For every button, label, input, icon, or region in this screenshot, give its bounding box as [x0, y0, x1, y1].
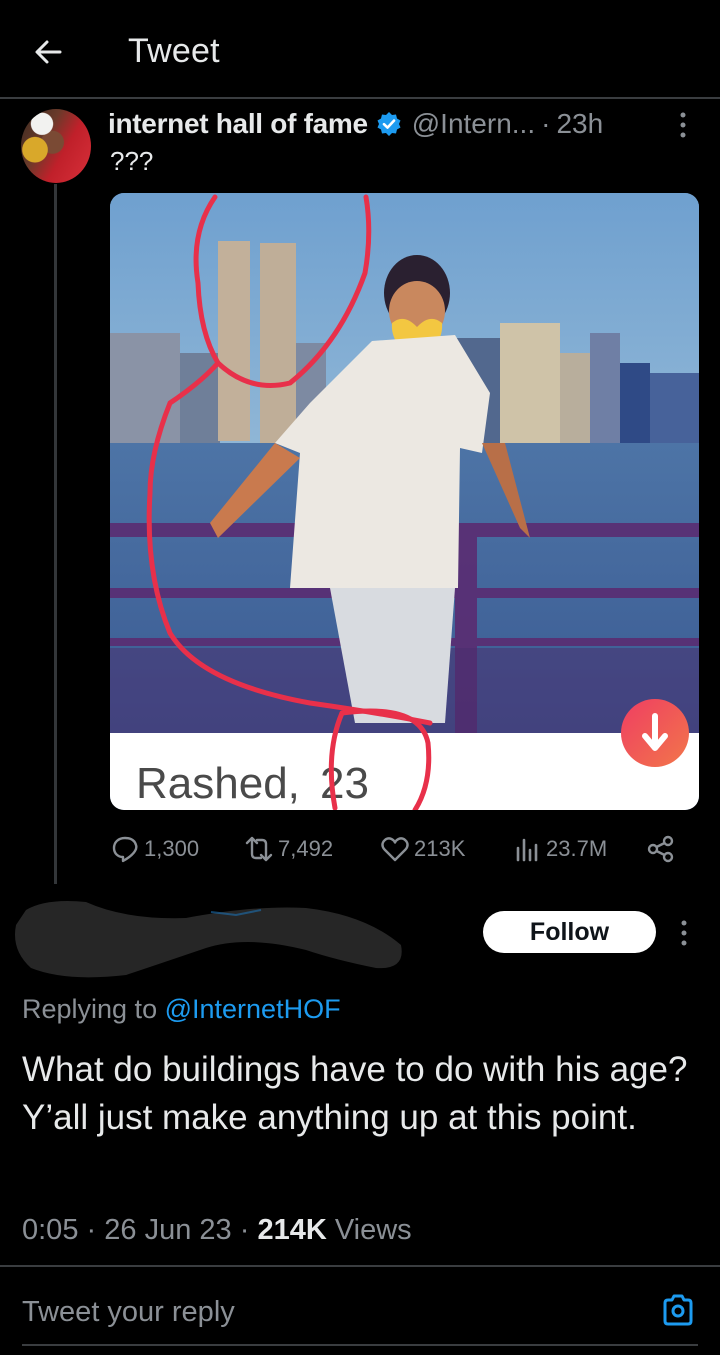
media-image: Rashed, 23 [110, 193, 699, 810]
separator: · [239, 1214, 250, 1246]
reply-views-label[interactable]: Views [335, 1214, 412, 1246]
more-vertical-icon [681, 920, 687, 946]
reply-time: 0:05 [22, 1214, 79, 1246]
action-bar: 1,300 7,492 213K 23.7M [110, 828, 710, 870]
camera-icon [663, 1294, 693, 1326]
avatar[interactable] [21, 109, 91, 183]
more-options-button[interactable] [676, 110, 690, 140]
divider [0, 1265, 720, 1267]
reply-date: 26 Jun 23 [104, 1214, 232, 1246]
top-bar: Tweet [0, 0, 720, 98]
replying-to-mention[interactable]: @InternetHOF [165, 994, 341, 1024]
thread-line [54, 184, 57, 884]
share-button[interactable] [646, 828, 680, 870]
divider [0, 97, 720, 99]
reply-input[interactable] [22, 1290, 622, 1334]
tweet-text: ??? [110, 146, 154, 176]
comment-icon [112, 836, 138, 863]
verified-badge-icon [377, 112, 401, 136]
separator: · [86, 1214, 97, 1246]
divider [22, 1344, 698, 1346]
tweet-time[interactable]: 23h [556, 108, 603, 140]
reply-more-options-button[interactable] [678, 918, 690, 948]
views-button[interactable]: 23.7M [512, 828, 607, 870]
arrow-left-icon [35, 40, 62, 64]
tweet-header: internet hall of fame @Intern... · 23h [108, 106, 603, 142]
reply-count: 1,300 [144, 836, 200, 861]
separator: · [541, 108, 551, 139]
tweet-media[interactable]: Rashed, 23 [110, 193, 699, 810]
reply-meta: 0:05 · 26 Jun 23 · 214K Views [22, 1214, 412, 1247]
retweet-count: 7,492 [278, 836, 334, 861]
retweet-icon [245, 836, 273, 862]
caption-age: 23 [320, 759, 369, 808]
page-title: Tweet [128, 32, 220, 70]
follow-button[interactable]: Follow [483, 911, 656, 953]
caption-name: Rashed, [136, 759, 300, 808]
redacted-user-info [15, 901, 402, 978]
author-display-name[interactable]: internet hall of fame [108, 108, 368, 140]
heart-icon [381, 837, 409, 862]
like-button[interactable]: 213K [380, 828, 465, 870]
camera-button[interactable] [660, 1292, 696, 1328]
bar-chart-icon [516, 838, 538, 862]
replying-to: Replying to @InternetHOF [22, 994, 341, 1025]
share-icon [647, 835, 674, 863]
views-count: 23.7M [546, 836, 608, 861]
reply-text: What do buildings have to do with his ag… [22, 1050, 688, 1137]
more-vertical-icon [680, 112, 686, 138]
back-button[interactable] [30, 34, 66, 70]
replying-to-label: Replying to [22, 994, 158, 1024]
reply-views-count: 214K [257, 1214, 327, 1246]
like-count: 213K [414, 836, 466, 861]
reply-button[interactable]: 1,300 [110, 828, 199, 870]
author-handle[interactable]: @Intern... [412, 108, 535, 140]
arrow-down-badge [621, 699, 689, 767]
retweet-button[interactable]: 7,492 [244, 828, 333, 870]
